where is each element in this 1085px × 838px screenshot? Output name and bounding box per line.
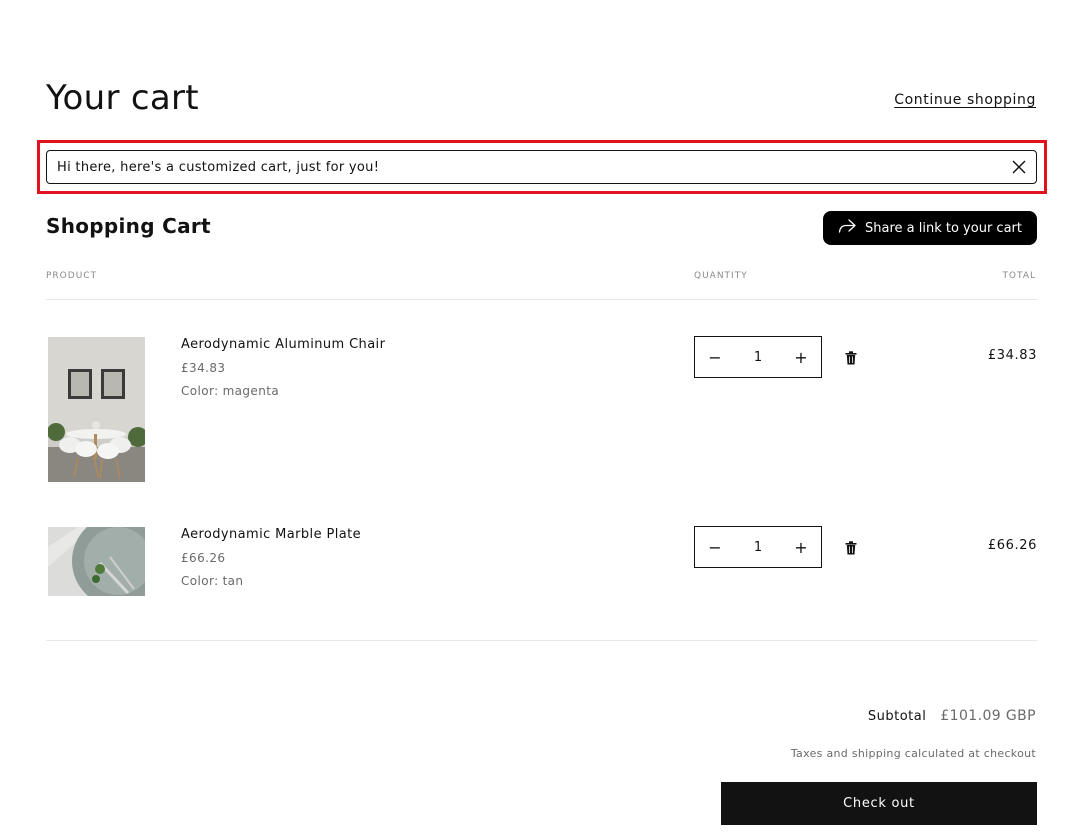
product-image[interactable] bbox=[48, 337, 145, 482]
trash-icon[interactable] bbox=[843, 539, 859, 557]
quantity-stepper: − + bbox=[694, 336, 822, 378]
close-icon-glyph bbox=[1012, 160, 1026, 174]
product-price: £34.83 bbox=[181, 361, 226, 375]
items-divider bbox=[46, 640, 1037, 641]
product-image[interactable] bbox=[48, 527, 145, 596]
continue-shopping-link[interactable]: Continue shopping bbox=[894, 92, 1036, 108]
subtotal-label: Subtotal bbox=[867, 709, 927, 724]
tax-note: Taxes and shipping calculated at checkou… bbox=[790, 747, 1036, 760]
item-total: £34.83 bbox=[987, 348, 1037, 363]
page-title: Your cart bbox=[46, 78, 199, 118]
column-header-product: PRODUCT bbox=[46, 271, 98, 281]
header-divider bbox=[46, 299, 1037, 300]
product-color: Color: tan bbox=[181, 574, 243, 588]
color-label: Color: bbox=[181, 574, 219, 588]
shopping-cart-heading: Shopping Cart bbox=[46, 214, 211, 238]
column-header-quantity: QUANTITY bbox=[694, 271, 748, 281]
quantity-input[interactable] bbox=[738, 337, 778, 377]
cart-item: Aerodynamic Aluminum Chair £34.83 Color:… bbox=[46, 336, 1037, 483]
quantity-stepper: − + bbox=[694, 526, 822, 568]
product-photo-plate bbox=[48, 527, 145, 596]
decrease-quantity-button[interactable]: − bbox=[695, 527, 735, 567]
quantity-input[interactable] bbox=[738, 527, 778, 567]
product-name[interactable]: Aerodynamic Aluminum Chair bbox=[181, 337, 385, 352]
subtotal-row: Subtotal £101.09 GBP bbox=[868, 708, 1036, 724]
subtotal-value: £101.09 GBP bbox=[940, 708, 1036, 724]
item-total: £66.26 bbox=[987, 538, 1037, 553]
cart-item: Aerodynamic Marble Plate £66.26 Color: ta… bbox=[46, 526, 1037, 597]
product-color: Color: magenta bbox=[181, 384, 279, 398]
product-name[interactable]: Aerodynamic Marble Plate bbox=[181, 527, 361, 542]
notice-text: Hi there, here's a customized cart, just… bbox=[57, 159, 380, 175]
share-arrow-icon bbox=[838, 219, 856, 237]
increase-quantity-button[interactable]: + bbox=[781, 527, 821, 567]
close-icon[interactable] bbox=[1010, 158, 1028, 176]
color-value: magenta bbox=[222, 384, 280, 398]
color-value: tan bbox=[222, 574, 244, 588]
custom-cart-notice: Hi there, here's a customized cart, just… bbox=[46, 150, 1037, 184]
product-photo-chair bbox=[48, 337, 145, 482]
decrease-quantity-button[interactable]: − bbox=[695, 337, 735, 377]
increase-quantity-button[interactable]: + bbox=[781, 337, 821, 377]
color-label: Color: bbox=[181, 384, 219, 398]
share-cart-label: Share a link to your cart bbox=[865, 220, 1022, 236]
checkout-button[interactable]: Check out bbox=[721, 782, 1037, 825]
column-header-total: TOTAL bbox=[1002, 271, 1036, 281]
product-price: £66.26 bbox=[181, 551, 226, 565]
trash-icon[interactable] bbox=[843, 349, 859, 367]
share-cart-button[interactable]: Share a link to your cart bbox=[823, 211, 1037, 245]
